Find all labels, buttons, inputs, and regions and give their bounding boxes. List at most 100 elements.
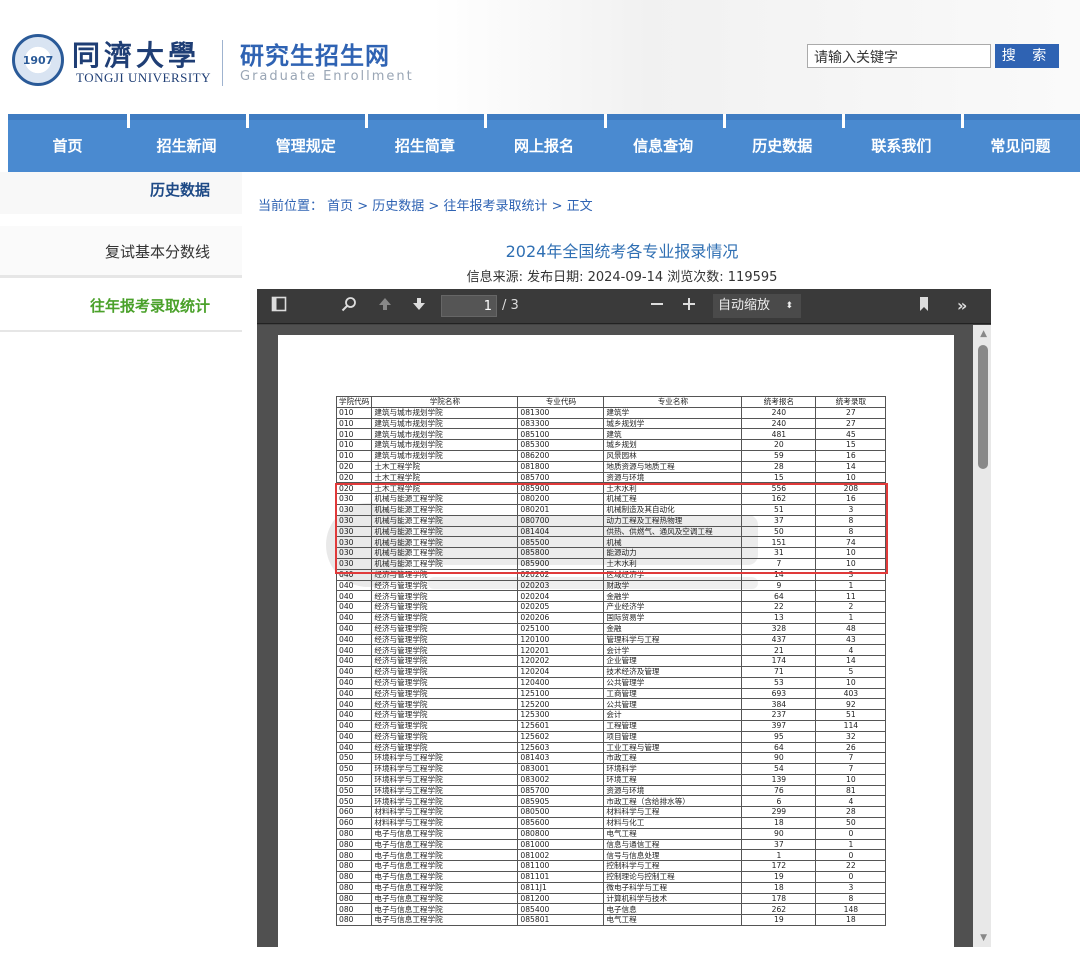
table-row: 040 经济与管理学院 125601 工程管理 397 114 — [335, 719, 887, 732]
table-cell: 125100 — [517, 687, 605, 700]
bookmark-icon[interactable] — [917, 296, 931, 317]
zoom-out-icon[interactable] — [649, 296, 665, 317]
search-button[interactable]: 搜 索 — [995, 44, 1059, 68]
arrow-down-icon[interactable] — [411, 296, 427, 317]
table-cell: 53 — [741, 676, 817, 689]
table-cell: 产业经济学 — [603, 601, 743, 613]
table-cell: 经济与管理学院 — [371, 611, 519, 624]
table-cell: 风景园林 — [603, 449, 743, 462]
table-cell: 0 — [815, 849, 887, 862]
nav-item-online-registration[interactable]: 网上报名 — [484, 114, 603, 172]
search-icon[interactable] — [341, 296, 357, 317]
table-row: 040 经济与管理学院 020204 金融学 64 11 — [335, 590, 887, 603]
table-cell: 环境科学与工程学院 — [371, 795, 519, 808]
nav-item-contact[interactable]: 联系我们 — [841, 114, 961, 172]
table-cell: 125200 — [517, 698, 605, 711]
table-cell: 资源与环境 — [603, 784, 743, 797]
table-row: 020 土木工程学院 085700 资源与环境 15 10 — [335, 471, 887, 484]
table-cell: 040 — [335, 590, 373, 603]
scroll-up-arrow-icon[interactable]: ▲ — [980, 329, 987, 339]
main-nav: 首页 招生新闻 管理规定 招生简章 网上报名 信息查询 历史数据 联系我们 常见… — [8, 114, 1080, 172]
pdf-viewport[interactable]: 学院代码 学院名称 专业代码 专业名称 统考报名 统考录取 010 建筑与城市规划… — [257, 325, 991, 947]
table-cell: 081000 — [517, 838, 605, 851]
table-cell: 481 — [741, 428, 817, 441]
table-cell: 环境科学与工程学院 — [371, 752, 519, 765]
university-name-en: TONGJI UNIVERSITY — [76, 70, 212, 85]
table-row: 040 经济与管理学院 020206 国际贸易学 13 1 — [335, 611, 887, 624]
search-input[interactable]: 请输入关键字 — [807, 44, 991, 68]
table-cell: 6 — [741, 795, 817, 808]
table-cell: 43 — [815, 633, 887, 646]
table-cell: 50 — [815, 817, 887, 829]
table-cell: 4 — [815, 644, 887, 657]
table-cell: 19 — [741, 914, 817, 927]
nav-item-brochure[interactable]: 招生简章 — [365, 114, 484, 172]
site-title-cn[interactable]: 研究生招生网 — [240, 36, 390, 71]
nav-item-regulations[interactable]: 管理规定 — [246, 114, 365, 172]
nav-item-faq[interactable]: 常见问题 — [960, 114, 1080, 172]
table-cell: 电子与信息工程学院 — [371, 849, 519, 862]
nav-item-info-query[interactable]: 信息查询 — [603, 114, 723, 172]
table-cell: 经济与管理学院 — [371, 655, 519, 667]
sidebar-item-admission-statistics[interactable]: 往年报考录取统计 — [0, 280, 242, 332]
table-cell: 电子与信息工程学院 — [371, 838, 519, 851]
select-arrows-icon: ⬍ — [785, 301, 793, 311]
table-cell: 电气工程 — [603, 914, 743, 927]
table-cell: 081800 — [517, 460, 605, 473]
table-cell: 材料与化工 — [603, 817, 743, 829]
table-cell: 081101 — [517, 871, 605, 883]
table-cell: 15 — [741, 471, 817, 484]
table-cell: 45 — [815, 428, 887, 441]
sidebar-item-retest-score-line[interactable]: 复试基本分数线 — [0, 226, 242, 278]
table-cell: 080 — [335, 838, 373, 851]
col-header-major-name: 专业名称 — [603, 396, 743, 408]
arrow-up-icon[interactable] — [377, 296, 393, 317]
site-title-en: Graduate Enrollment — [240, 69, 414, 84]
table-cell: 电子与信息工程学院 — [371, 903, 519, 916]
zoom-select[interactable]: 自动缩放 ⬍ — [713, 294, 801, 318]
table-row: 040 经济与管理学院 025100 金融 328 48 — [335, 622, 887, 635]
sidebar-title: 历史数据 — [0, 172, 242, 214]
table-cell: 财政学 — [603, 579, 743, 592]
table-row: 040 经济与管理学院 120204 技术经济及管理 71 5 — [335, 665, 887, 678]
table-cell: 19 — [741, 871, 817, 883]
table-cell: 080 — [335, 914, 373, 927]
table-row: 040 经济与管理学院 125300 会计 237 51 — [335, 709, 887, 721]
table-cell: 040 — [335, 730, 373, 743]
table-cell: 050 — [335, 773, 373, 786]
table-cell: 010 — [335, 449, 373, 462]
university-name-cn[interactable]: 同濟大學 — [72, 34, 200, 74]
more-tools-icon[interactable]: » — [957, 296, 967, 316]
page-number-input[interactable]: 1 — [441, 295, 497, 317]
table-cell: 040 — [335, 611, 373, 624]
table-row: 050 环境科学与工程学院 085700 资源与环境 76 81 — [335, 784, 887, 797]
table-cell: 95 — [741, 730, 817, 743]
nav-item-news[interactable]: 招生新闻 — [127, 114, 246, 172]
sidebar-toggle-icon[interactable] — [271, 296, 287, 317]
table-cell: 114 — [815, 719, 887, 732]
table-row: 040 经济与管理学院 120202 企业管理 174 14 — [335, 655, 887, 667]
table-cell: 土木工程学院 — [371, 460, 519, 473]
nav-item-home[interactable]: 首页 — [8, 120, 127, 172]
table-cell: 51 — [815, 709, 887, 721]
table-cell: 10 — [815, 471, 887, 484]
table-cell: 2 — [815, 601, 887, 613]
table-cell: 管理科学与工程 — [603, 633, 743, 646]
table-cell: 040 — [335, 601, 373, 613]
table-cell: 64 — [741, 741, 817, 754]
table-cell: 材料科学与工程 — [603, 806, 743, 819]
table-cell: 经济与管理学院 — [371, 644, 519, 657]
scrollbar-thumb[interactable] — [978, 345, 988, 469]
table-cell: 693 — [741, 687, 817, 700]
table-cell: 26 — [815, 741, 887, 754]
table-cell: 经济与管理学院 — [371, 665, 519, 678]
nav-item-history-data[interactable]: 历史数据 — [722, 114, 842, 172]
breadcrumb[interactable]: 当前位置： 首页 > 历史数据 > 往年报考录取统计 > 正文 — [258, 195, 593, 214]
scroll-down-arrow-icon[interactable]: ▼ — [980, 933, 987, 943]
table-cell: 085300 — [517, 439, 605, 451]
zoom-in-icon[interactable] — [681, 296, 697, 317]
table-cell: 086200 — [517, 449, 605, 462]
table-header-row: 学院代码 学院名称 专业代码 专业名称 统考报名 统考录取 — [335, 396, 887, 408]
table-cell: 7 — [815, 752, 887, 765]
university-seal-logo[interactable]: 1907 — [12, 34, 64, 86]
